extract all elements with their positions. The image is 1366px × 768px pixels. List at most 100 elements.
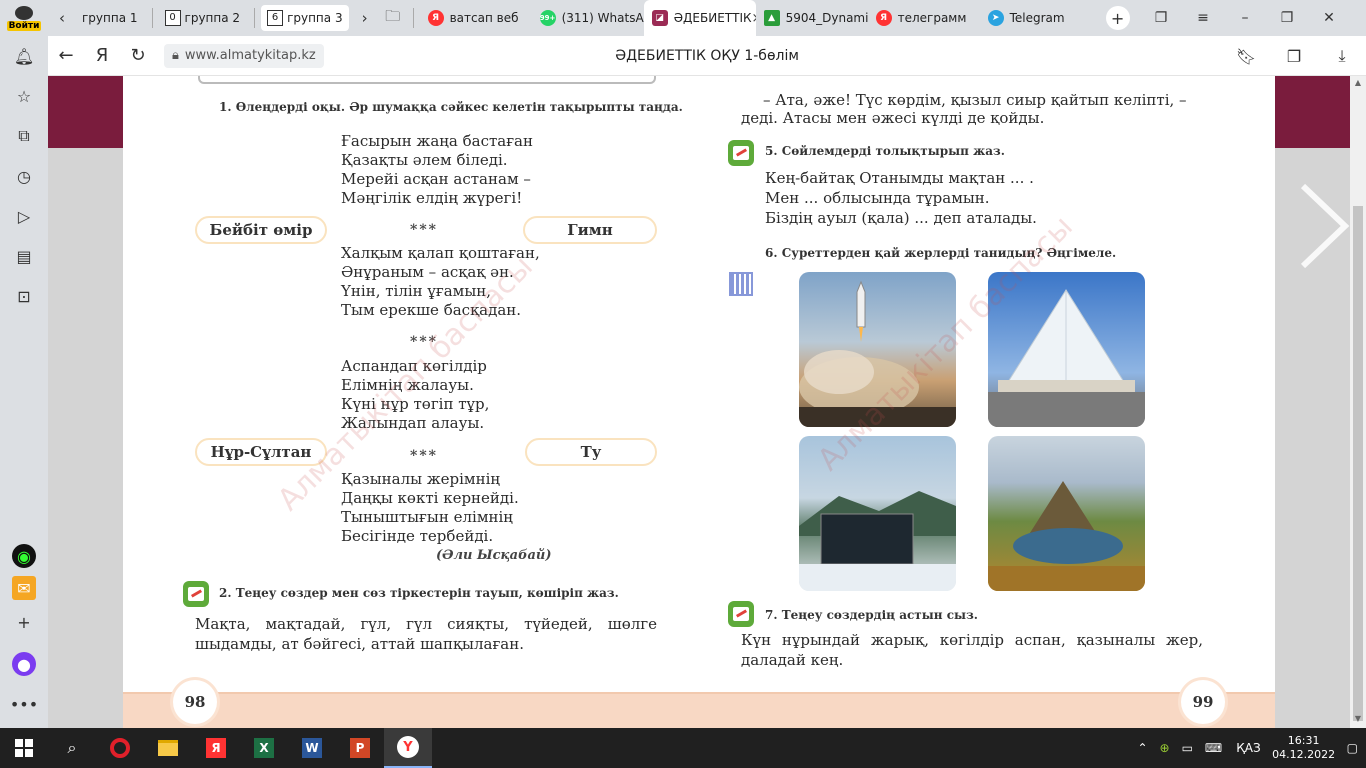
download-icon[interactable]: ⤓ <box>1318 46 1366 66</box>
star-icon[interactable]: ☆ <box>12 84 36 108</box>
scrollbar-thumb[interactable] <box>1353 206 1363 721</box>
yandex-home-icon[interactable]: Я <box>84 36 120 76</box>
search-icon[interactable]: ⌕ <box>48 728 96 768</box>
sentence-line: Біздің ауыл (қала) ... деп аталады. <box>765 209 1037 227</box>
poem-line: Мәңгілік елдің жүрегі! <box>341 189 523 207</box>
lock-icon: 🔒︎ <box>172 48 179 63</box>
poem-line: Тыныштығын елімнің <box>341 508 513 526</box>
alice-app-icon[interactable]: ◉ <box>12 544 36 568</box>
group-tab-3[interactable]: 6 группа 3 <box>261 5 349 31</box>
group-tab-1[interactable]: группа 1 <box>76 5 144 31</box>
menu-icon[interactable]: ≡ <box>1182 10 1224 26</box>
tab-whatsapp-web[interactable]: Я ватсап веб <box>420 0 532 36</box>
collections-icon[interactable]: ⧉ <box>12 124 36 148</box>
tab-telegram[interactable]: ➤ Telegram <box>980 0 1092 36</box>
yandex-browser-icon[interactable]: Я <box>192 728 240 768</box>
page-number-left: 98 <box>173 680 217 724</box>
poem-author: (Әли Ысқабай) <box>436 548 552 563</box>
task-2: 2. Теңеу сөздер мен сөз тіркестерін тауы… <box>219 586 619 600</box>
windows-start-icon[interactable] <box>0 728 48 768</box>
task-7: 7. Теңеу сөздердің астын сыз. <box>765 608 978 622</box>
notifications-icon[interactable]: ▢ <box>1347 741 1358 755</box>
word-icon[interactable]: W <box>288 728 336 768</box>
folder-add-icon[interactable]: 🗀 <box>379 0 407 36</box>
yandex-icon: Я <box>427 10 444 26</box>
tabs-overview-icon[interactable]: ❐ <box>1140 10 1182 26</box>
chevron-right-icon[interactable]: › <box>351 0 379 36</box>
vertical-scrollbar[interactable]: ▲ ▼ <box>1350 76 1366 728</box>
yandex-icon: Я <box>875 10 892 26</box>
notes-icon[interactable]: ▤ <box>12 244 36 268</box>
stars-separator: *** <box>410 448 438 464</box>
photo-burabay-lake <box>988 436 1145 591</box>
opera-icon[interactable] <box>96 728 144 768</box>
group-tab-label: группа 2 <box>184 11 241 25</box>
task-5-lines: Кең-байтақ Отанымды мақтан ... . Мен ...… <box>765 168 1037 228</box>
plus-circle-icon[interactable]: ⊕ <box>1160 741 1170 755</box>
bell-icon[interactable]: 🔔︎ <box>12 44 36 68</box>
tab-adebiettik[interactable]: ◪ ӘДЕБИЕТТІК × <box>643 0 756 36</box>
tab-dynamics[interactable]: ▲ 5904_Dynamics <box>756 0 868 36</box>
chevron-left-icon[interactable]: ‹ <box>48 0 76 36</box>
poem-line: Қазақты әлем біледі. <box>341 151 508 169</box>
task-1: 1. Өлеңдерді оқы. Әр шумаққа сәйкес келе… <box>219 100 683 114</box>
group-tab-label: группа 3 <box>287 11 343 25</box>
group-tab-label: группа 1 <box>82 11 138 25</box>
stanza-4: Қазыналы жерімнің Даңқы көкті кернейді. … <box>341 470 519 546</box>
poem-line: Қазыналы жерімнің <box>341 470 501 488</box>
tab-telegram-search[interactable]: Я телеграмм <box>868 0 980 36</box>
minimize-icon[interactable]: – <box>1224 10 1266 26</box>
task-2-text: Мақта, мақтадай, гүл, гүл сияқты, түйеде… <box>195 615 657 653</box>
group-tab-count: 6 <box>267 10 284 26</box>
mail-icon[interactable]: ✉ <box>12 576 36 600</box>
next-page-arrow-icon[interactable] <box>1293 176 1353 276</box>
page-number-right: 99 <box>1181 680 1225 724</box>
alice-icon[interactable]: ● <box>12 652 36 676</box>
back-icon[interactable]: ← <box>48 36 84 76</box>
task-5: 5. Сөйлемдерді толықтырып жаз. <box>765 144 1005 158</box>
excel-icon[interactable]: X <box>240 728 288 768</box>
file-explorer-icon[interactable] <box>144 728 192 768</box>
tab-label: ватсап веб <box>449 11 519 25</box>
language-indicator[interactable]: ҚАЗ <box>1236 741 1260 755</box>
option-gimn[interactable]: Гимн <box>523 216 657 244</box>
poem-line: Мерейі асқан астанам – <box>341 170 531 188</box>
restore-icon[interactable]: ❐ <box>1266 10 1308 26</box>
group-tab-count: 0 <box>164 10 181 26</box>
play-icon[interactable]: ▷ <box>12 204 36 228</box>
pencil-task-icon <box>183 581 209 607</box>
group-tab-2[interactable]: 0 группа 2 <box>159 5 247 31</box>
yandex-app-icon[interactable]: Y <box>384 728 432 768</box>
signin-button[interactable]: Войти <box>0 0 48 36</box>
frame-decoration <box>198 76 656 84</box>
drive-icon: ▲ <box>763 10 780 26</box>
powerpoint-icon[interactable]: P <box>336 728 384 768</box>
tab-label: ӘДЕБИЕТТІК <box>673 11 752 25</box>
screenshot-icon[interactable]: ⊡ <box>12 284 36 308</box>
option-tu[interactable]: Ту <box>525 438 657 466</box>
message-icon[interactable]: ▭ <box>1182 741 1193 755</box>
story-line-1: – Ата, әже! Түс көрдім, қызыл сиыр қайты… <box>763 91 1187 109</box>
keyboard-icon[interactable]: ⌨ <box>1205 741 1222 755</box>
history-icon[interactable]: ◷ <box>12 164 36 188</box>
clock[interactable]: 16:31 04.12.2022 <box>1269 734 1339 762</box>
qr-code-icon[interactable] <box>729 272 753 296</box>
tab-whatsapp[interactable]: 99+ (311) WhatsApp <box>532 0 644 36</box>
tab-label: Telegram <box>1009 11 1065 25</box>
poem-line: Ғасырын жаңа бастаған <box>341 132 533 150</box>
user-icon <box>15 5 33 20</box>
new-tab-button[interactable]: + <box>1105 6 1130 30</box>
more-icon[interactable]: ••• <box>10 692 38 716</box>
reader-icon[interactable]: ❐ <box>1270 47 1318 66</box>
chevron-up-icon[interactable]: ⌃ <box>1137 741 1147 755</box>
url-field[interactable]: 🔒︎ www.almatykitap.kz <box>164 43 324 68</box>
system-tray: ⌃ ⊕ ▭ ⌨ ҚАЗ 16:31 04.12.2022 ▢ <box>1131 728 1366 768</box>
option-beibit-omir[interactable]: Бейбіт өмір <box>195 216 327 244</box>
sentence-line: Кең-байтақ Отанымды мақтан ... . <box>765 169 1034 187</box>
reload-icon[interactable]: ↻ <box>120 36 156 76</box>
close-window-icon[interactable]: ✕ <box>1308 10 1350 26</box>
poem-line: Тым ерекше басқадан. <box>341 301 522 319</box>
bookmark-icon[interactable]: 🔖︎ <box>1222 47 1270 66</box>
add-app-icon[interactable]: + <box>12 610 36 634</box>
book-spread: 1. Өлеңдерді оқы. Әр шумаққа сәйкес келе… <box>123 76 1350 728</box>
